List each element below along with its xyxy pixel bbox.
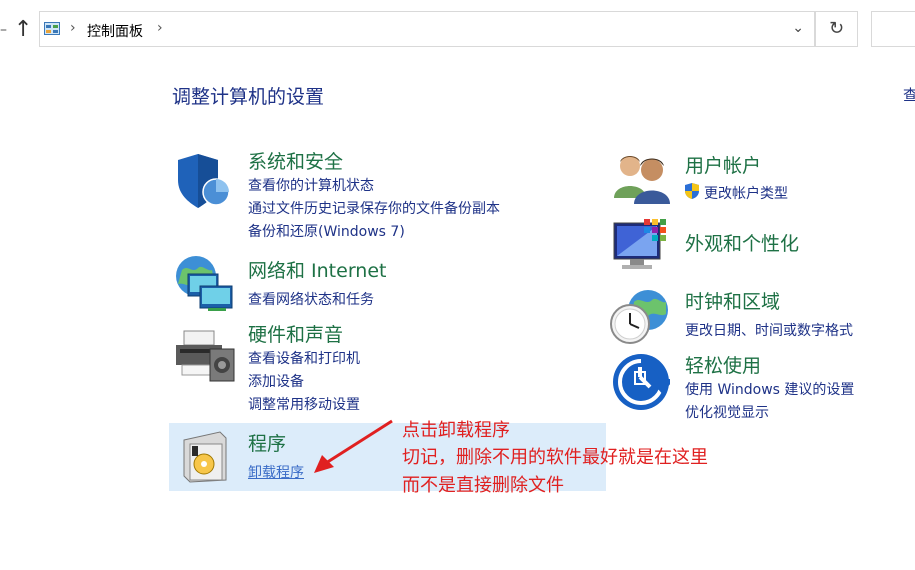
link-mobility-settings[interactable]: 调整常用移动设置 (248, 394, 360, 414)
category-clock-region[interactable]: 时钟和区域 (685, 287, 780, 314)
category-ease-of-access[interactable]: 轻松使用 (685, 351, 761, 378)
link-date-time-format[interactable]: 更改日期、时间或数字格式 (685, 320, 853, 340)
annotation-line-1: 点击卸载程序 (402, 420, 510, 441)
category-system-security[interactable]: 系统和安全 (248, 147, 343, 174)
annotation-line-2: 切记，删除不用的软件最好就是在这里 (402, 447, 708, 468)
printer-icon (176, 330, 235, 382)
page-title: 调整计算机的设置 (172, 86, 325, 108)
link-view-computer-status[interactable]: 查看你的计算机状态 (248, 175, 374, 195)
annotation-arrow (314, 419, 393, 473)
up-arrow-icon[interactable]: ↑ (14, 18, 32, 42)
programs-icon (183, 431, 227, 483)
ease-of-access-icon (613, 354, 670, 410)
view-by-label[interactable]: 查 (903, 84, 915, 105)
link-change-account-type[interactable]: 更改帐户类型 (704, 183, 788, 203)
link-backup-restore[interactable]: 备份和还原(Windows 7) (248, 221, 405, 241)
back-partial-glyph: – (0, 22, 7, 38)
network-globe-icon (176, 256, 233, 311)
control-panel-icon (44, 22, 60, 35)
breadcrumb-control-panel[interactable]: 控制面板 (87, 21, 143, 41)
users-icon (614, 156, 670, 204)
category-appearance[interactable]: 外观和个性化 (685, 229, 799, 256)
category-hardware-sound[interactable]: 硬件和声音 (248, 320, 343, 347)
chevron-down-icon[interactable]: ⌄ (792, 20, 804, 36)
category-user-accounts[interactable]: 用户帐户 (685, 151, 761, 178)
clock-globe-icon (610, 290, 668, 344)
chevron-right-icon[interactable]: › (157, 20, 163, 36)
link-network-status[interactable]: 查看网络状态和任务 (248, 289, 374, 309)
category-programs[interactable]: 程序 (248, 429, 286, 456)
link-recommended-settings[interactable]: 使用 Windows 建议的设置 (685, 379, 854, 399)
search-input[interactable] (871, 11, 915, 47)
shield-icon (178, 154, 230, 208)
address-bar[interactable]: › 控制面板 › ⌄ (39, 11, 815, 47)
link-file-history[interactable]: 通过文件历史记录保存你的文件备份副本 (248, 198, 500, 218)
category-network[interactable]: 网络和 Internet (248, 256, 386, 283)
link-add-device[interactable]: 添加设备 (248, 371, 304, 391)
annotation-line-3: 而不是直接删除文件 (402, 475, 564, 496)
link-uninstall-program[interactable]: 卸载程序 (248, 462, 304, 482)
refresh-button[interactable]: ↻ (815, 11, 858, 47)
uac-shield-icon (685, 183, 699, 199)
link-devices-printers[interactable]: 查看设备和打印机 (248, 348, 360, 368)
appearance-icon (613, 219, 666, 269)
link-optimize-visual-display[interactable]: 优化视觉显示 (685, 402, 769, 422)
chevron-right-icon[interactable]: › (70, 20, 76, 36)
